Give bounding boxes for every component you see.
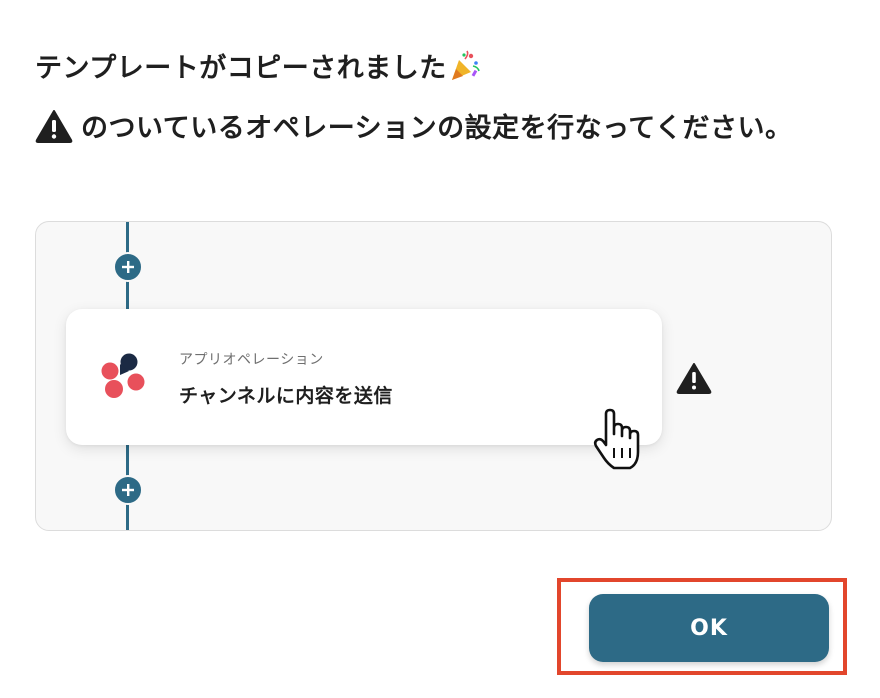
heading-text-2: のついているオペレーションの設定を行なってください。 [81, 113, 793, 144]
operation-card[interactable]: アプリオペレーション チャンネルに内容を送信 [66, 309, 662, 445]
plus-icon [122, 261, 134, 273]
operation-title: チャンネルに内容を送信 [179, 385, 393, 407]
warning-icon [676, 362, 712, 394]
heading-text-1: テンプレートがコピーされました [35, 53, 447, 84]
party-popper-icon [449, 50, 481, 82]
warning-icon [35, 109, 73, 143]
heading-line-2: のついているオペレーションの設定を行なってください。 [35, 106, 793, 145]
hand-cursor-icon [592, 408, 644, 472]
ok-button[interactable]: OK [589, 594, 829, 662]
plus-icon [122, 484, 134, 496]
flow-canvas: アプリオペレーション チャンネルに内容を送信 [35, 221, 832, 531]
heading-line-1: テンプレートがコピーされました [35, 46, 481, 85]
operation-type-label: アプリオペレーション [179, 352, 324, 368]
add-step-button-top[interactable] [113, 252, 143, 282]
add-step-button-bottom[interactable] [113, 475, 143, 505]
app-logo-icon [98, 349, 156, 405]
